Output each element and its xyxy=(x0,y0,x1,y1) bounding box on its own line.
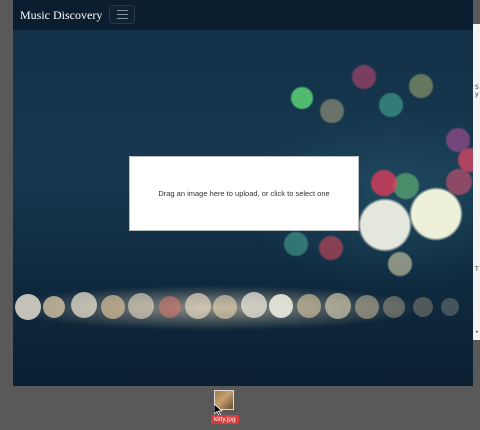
hamburger-icon xyxy=(117,14,128,15)
dragged-file-name: kitty.jpg xyxy=(211,415,239,424)
hamburger-icon xyxy=(117,10,128,11)
brand-link[interactable]: Music Discovery xyxy=(20,8,102,23)
background-window-glyph: S xyxy=(475,84,479,91)
navbar: Music Discovery xyxy=(13,0,473,30)
menu-toggle-button[interactable] xyxy=(109,5,135,24)
background-window-glyph: • xyxy=(475,329,479,336)
image-dropzone[interactable]: Drag an image here to upload, or click t… xyxy=(129,156,359,231)
bokeh-lights xyxy=(13,286,473,326)
dropzone-prompt: Drag an image here to upload, or click t… xyxy=(158,189,330,198)
background-window-glyph: T xyxy=(475,266,479,273)
background-window-glyph: y xyxy=(475,91,479,98)
app-page: Music Discovery Drag an image here to up… xyxy=(13,0,473,386)
hamburger-icon xyxy=(117,18,128,19)
